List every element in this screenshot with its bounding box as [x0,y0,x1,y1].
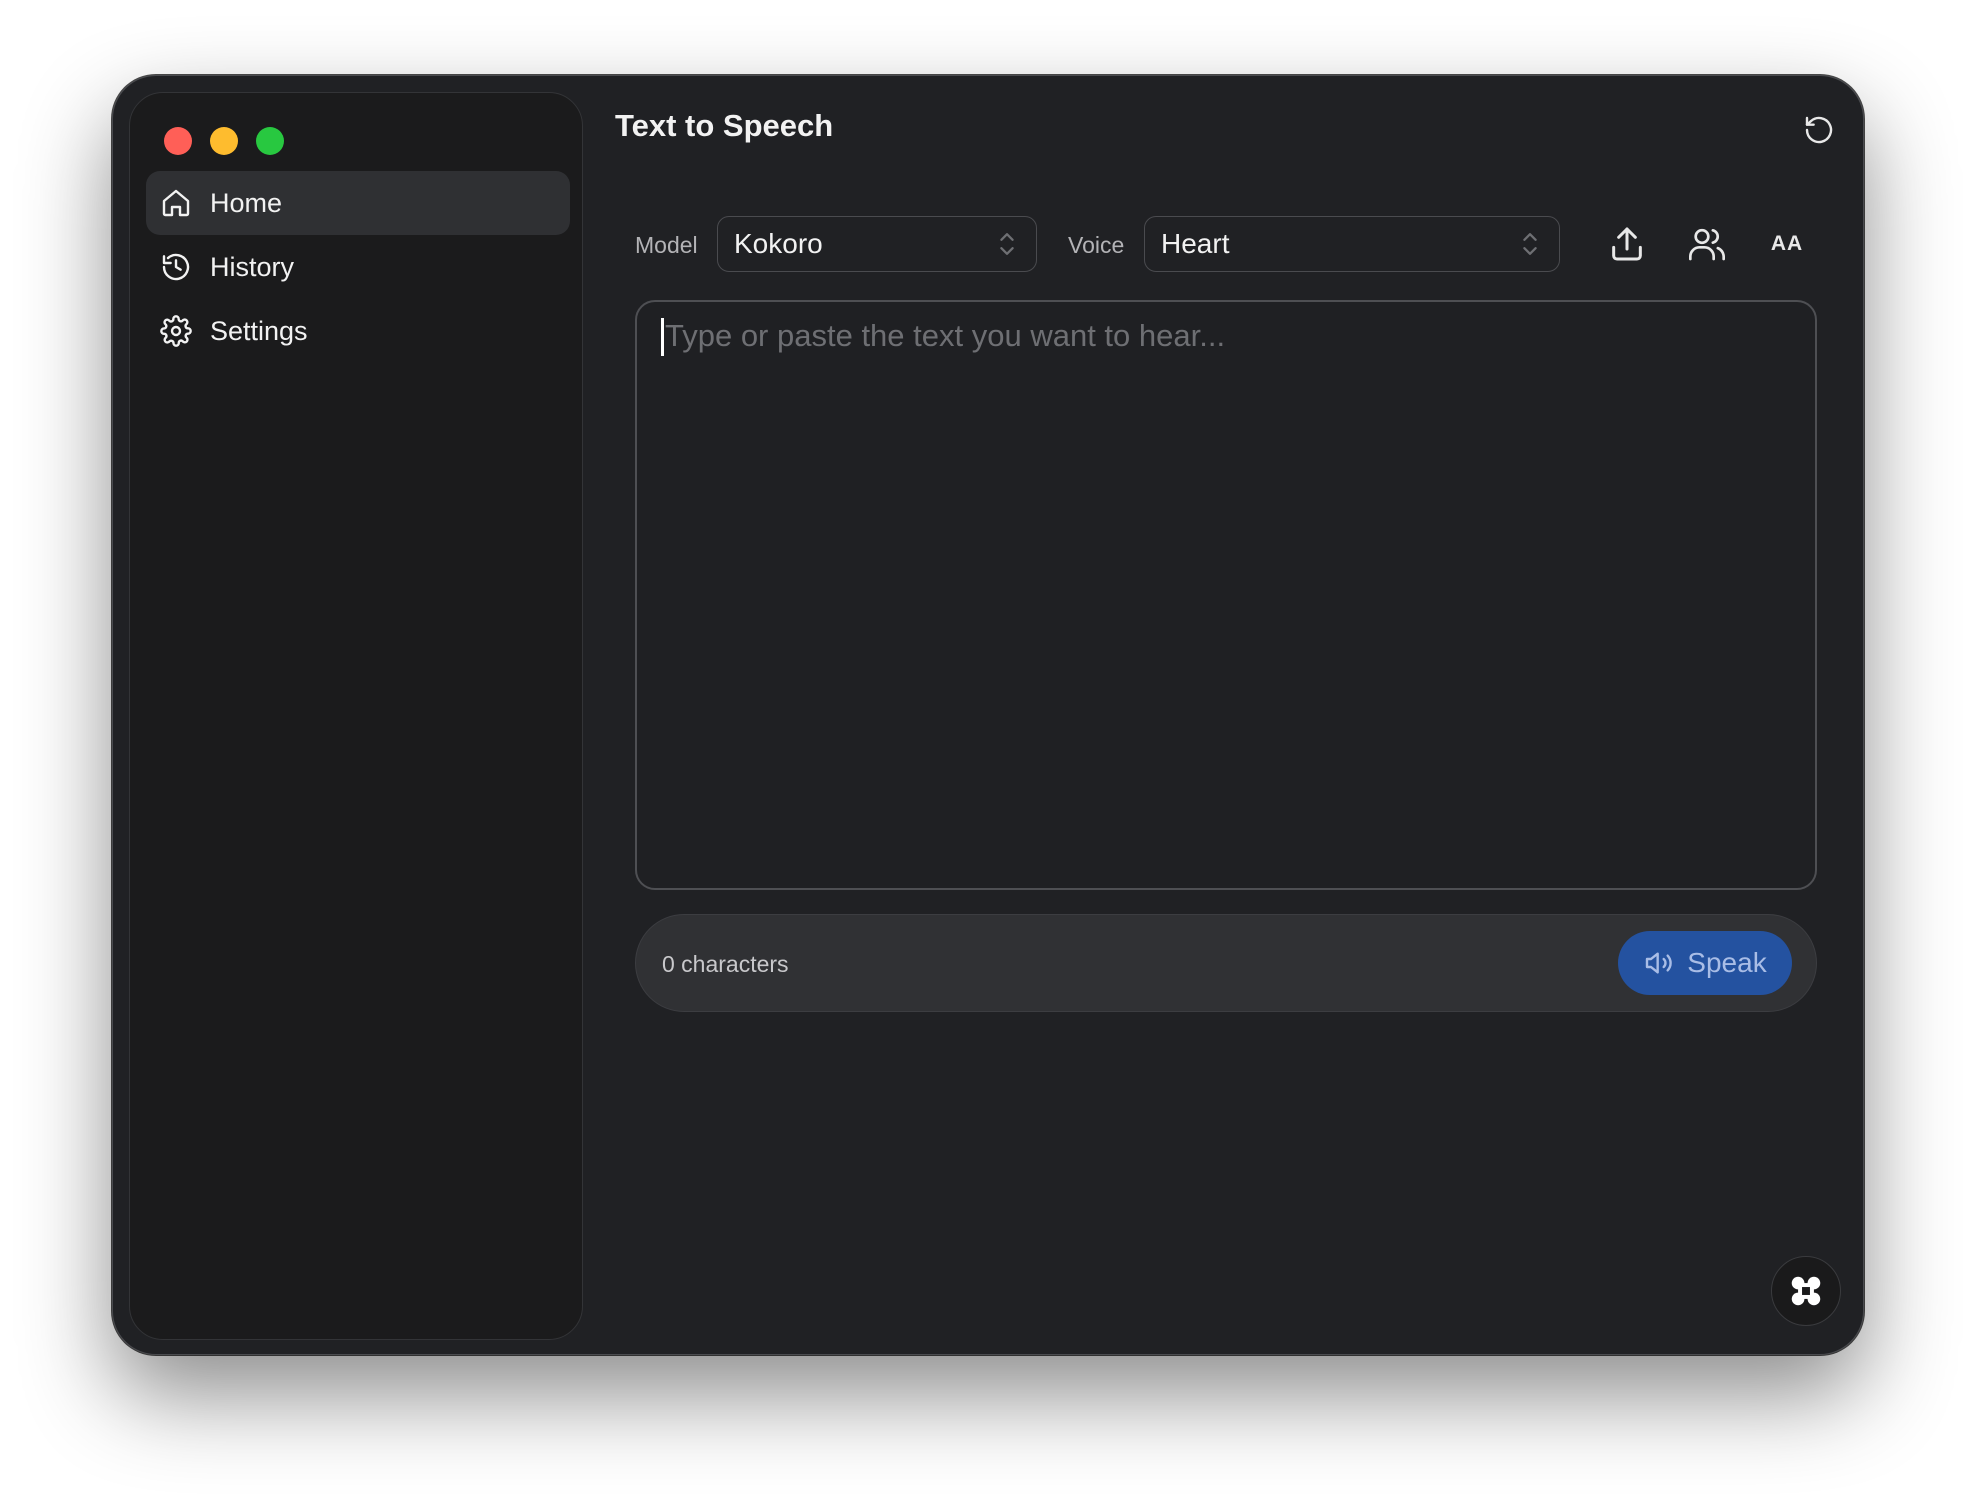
users-icon [1689,228,1725,261]
character-count: 0 characters [662,951,789,977]
sidebar-item-settings[interactable]: Settings [146,299,570,363]
voice-select-value: Heart [1161,228,1230,259]
upload-button[interactable] [1603,220,1651,268]
text-input[interactable]: Type or paste the text you want to hear.… [635,300,1817,890]
speak-button[interactable]: Speak [1618,931,1792,995]
text-caret [661,318,664,356]
sidebar-item-label: Settings [210,315,308,346]
sidebar-item-label: Home [210,187,283,218]
sidebar-item-history[interactable]: History [146,235,570,299]
gear-icon [160,315,192,347]
maximize-window-button[interactable] [256,127,284,155]
sidebar: Home History Settings [129,92,583,1340]
chevron-updown-icon [1000,233,1014,255]
font-size-button[interactable]: AA [1761,220,1813,268]
page-title: Text to Speech [615,108,834,143]
text-input-placeholder: Type or paste the text you want to hear.… [665,318,1226,353]
font-size-icon: AA [1770,232,1804,255]
sidebar-item-label: History [210,251,295,282]
voice-label: Voice [1068,232,1125,258]
close-window-button[interactable] [164,127,192,155]
minimize-window-button[interactable] [210,127,238,155]
app-window: Home History Settings Text to Speech Mod… [112,75,1864,1355]
home-icon [162,189,190,217]
model-select-value: Kokoro [734,228,823,259]
reset-button[interactable] [1799,110,1839,150]
model-label: Model [635,232,698,258]
refresh-icon [1805,116,1833,144]
speak-button-label: Speak [1687,947,1767,978]
command-icon [1791,1276,1821,1306]
chevron-updown-icon [1523,233,1537,255]
action-bar: 0 characters Speak [635,914,1817,1012]
voice-select[interactable]: Heart [1144,216,1560,272]
command-button[interactable] [1771,1256,1841,1326]
voices-button[interactable] [1683,220,1731,268]
speaker-icon [1646,952,1673,974]
model-select[interactable]: Kokoro [717,216,1037,272]
history-icon [162,253,190,281]
upload-icon [1612,227,1642,261]
sidebar-item-home[interactable]: Home [146,171,570,235]
